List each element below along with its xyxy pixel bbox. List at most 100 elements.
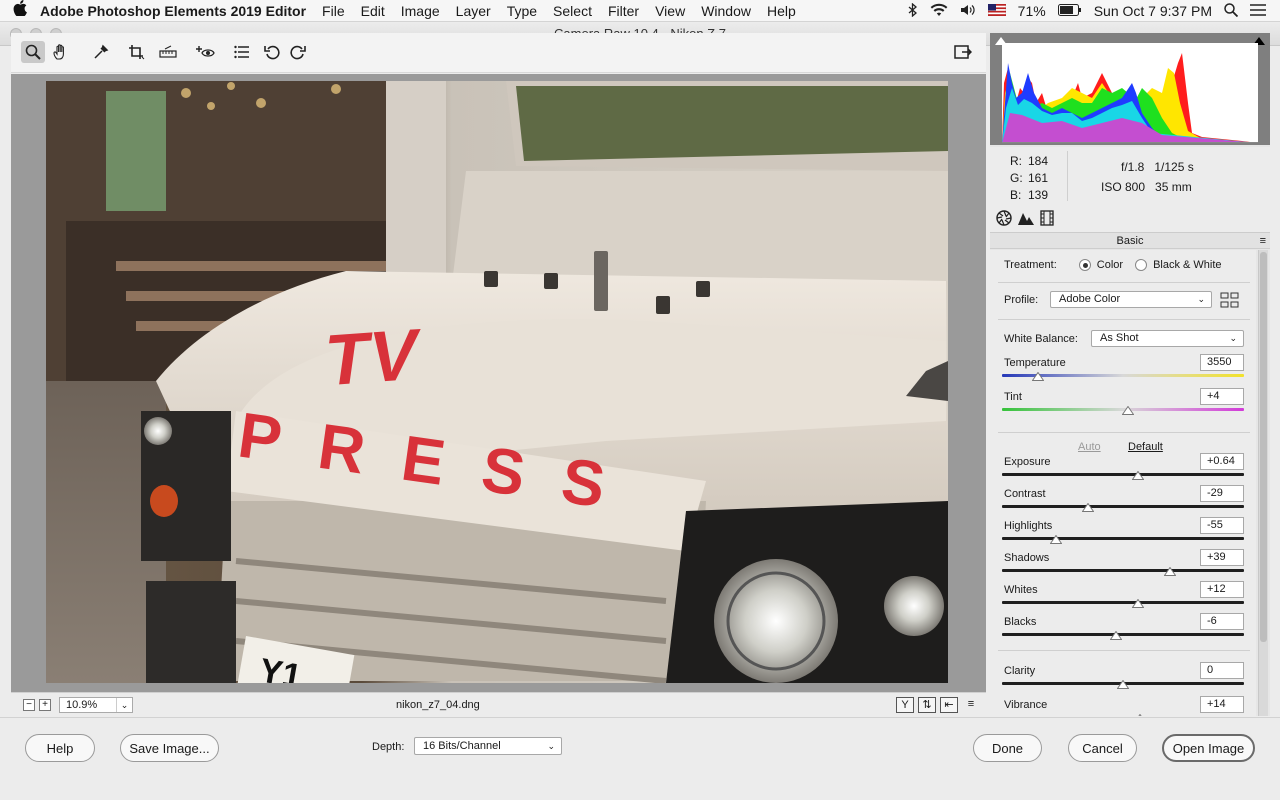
- vibrance-slider-thumb[interactable]: [1134, 714, 1146, 716]
- copy-settings-icon[interactable]: ⇤: [940, 696, 958, 713]
- menu-help[interactable]: Help: [767, 3, 796, 19]
- fullscreen-toggle-icon[interactable]: [951, 41, 975, 63]
- tint-slider-thumb[interactable]: [1121, 406, 1134, 415]
- battery-icon[interactable]: [1057, 3, 1082, 19]
- highlights-slider-thumb[interactable]: [1050, 535, 1063, 544]
- whites-slider-track[interactable]: [1002, 601, 1244, 604]
- zoom-in-button[interactable]: +: [39, 698, 51, 711]
- clarity-slider-thumb[interactable]: [1117, 680, 1129, 689]
- menu-view[interactable]: View: [655, 3, 685, 19]
- temperature-slider-thumb[interactable]: [1032, 372, 1045, 381]
- dialog-footer: Help Save Image... Depth: 16 Bits/Channe…: [0, 717, 1280, 778]
- panel-scrollbar[interactable]: [1258, 250, 1268, 716]
- temperature-value-field[interactable]: 3550: [1200, 354, 1244, 371]
- tint-value-field[interactable]: +4: [1200, 388, 1244, 405]
- white-balance-select[interactable]: As Shot ⌄: [1091, 330, 1244, 347]
- before-after-toggle-icon[interactable]: Y: [896, 696, 914, 713]
- divider: [998, 432, 1250, 433]
- clarity-value-field[interactable]: 0: [1200, 662, 1244, 679]
- crop-tool-icon[interactable]: [125, 41, 149, 63]
- treatment-color-label[interactable]: Color: [1097, 259, 1123, 271]
- treatment-bw-label[interactable]: Black & White: [1153, 259, 1221, 271]
- temperature-label: Temperature: [1004, 357, 1066, 369]
- g-value: 161: [1028, 171, 1049, 185]
- vibrance-value-field[interactable]: +14: [1200, 696, 1244, 713]
- apple-icon[interactable]: [0, 0, 40, 21]
- shadows-slider-thumb[interactable]: [1164, 567, 1177, 576]
- exposure-slider-thumb[interactable]: [1131, 471, 1144, 480]
- rotate-left-icon[interactable]: [260, 41, 284, 63]
- blacks-slider-track[interactable]: [1002, 633, 1244, 636]
- default-tone-link[interactable]: Default: [1128, 441, 1163, 453]
- profile-browser-grid-icon[interactable]: [1220, 292, 1240, 311]
- profile-value: Adobe Color: [1059, 293, 1121, 305]
- zoom-tool-icon[interactable]: [21, 41, 45, 63]
- cancel-button[interactable]: Cancel: [1068, 734, 1137, 762]
- image-preview-area[interactable]: TV PRESS Y1: [11, 74, 986, 710]
- treatment-bw-radio[interactable]: [1135, 259, 1148, 271]
- volume-icon[interactable]: [960, 3, 976, 20]
- camera-calibration-filmstrip-icon[interactable]: [1040, 210, 1054, 229]
- white-balance-tool-icon[interactable]: [89, 41, 113, 63]
- white-balance-label: White Balance:: [1004, 333, 1078, 345]
- contrast-value-field[interactable]: -29: [1200, 485, 1244, 502]
- swap-before-after-icon[interactable]: ⇅: [918, 696, 936, 713]
- whites-value-field[interactable]: +12: [1200, 581, 1244, 598]
- hand-tool-icon[interactable]: [49, 41, 73, 63]
- contrast-slider-track[interactable]: [1002, 505, 1244, 508]
- done-button[interactable]: Done: [973, 734, 1042, 762]
- menu-type[interactable]: Type: [507, 3, 537, 19]
- zoom-out-button[interactable]: −: [23, 698, 35, 711]
- blacks-value-field[interactable]: -6: [1200, 613, 1244, 630]
- app-name[interactable]: Adobe Photoshop Elements 2019 Editor: [40, 3, 306, 19]
- photo-preview[interactable]: TV PRESS Y1: [46, 81, 948, 683]
- save-image-button[interactable]: Save Image...: [120, 734, 219, 762]
- divider: [998, 319, 1250, 320]
- help-button[interactable]: Help: [25, 734, 95, 762]
- preview-settings-icon[interactable]: ≡: [962, 697, 980, 713]
- preferences-list-icon[interactable]: [230, 41, 254, 63]
- panel-menu-icon[interactable]: ≡: [1260, 233, 1266, 249]
- highlights-value-field[interactable]: -55: [1200, 517, 1244, 534]
- menu-layer[interactable]: Layer: [456, 3, 491, 19]
- detail-panel-mountains-icon[interactable]: [1018, 211, 1034, 228]
- treatment-color-radio[interactable]: [1078, 259, 1091, 271]
- depth-select[interactable]: 16 Bits/Channel ⌄: [414, 737, 562, 755]
- preview-status-bar: − + 10.9% ⌄ nikon_z7_04.dng Y ⇅ ⇤ ≡: [11, 692, 986, 716]
- zoom-level-select[interactable]: 10.9% ⌄: [59, 696, 133, 713]
- open-image-button[interactable]: Open Image: [1162, 734, 1255, 762]
- shadows-value-field[interactable]: +39: [1200, 549, 1244, 566]
- red-eye-removal-icon[interactable]: [194, 41, 218, 63]
- menu-filter[interactable]: Filter: [608, 3, 639, 19]
- menu-image[interactable]: Image: [401, 3, 440, 19]
- battery-percent[interactable]: 71%: [1018, 3, 1046, 19]
- auto-tone-link[interactable]: Auto: [1078, 441, 1101, 453]
- panel-title: Basic: [1116, 235, 1144, 247]
- profile-select[interactable]: Adobe Color ⌄: [1050, 291, 1212, 308]
- exposure-value-field[interactable]: +0.64: [1200, 453, 1244, 470]
- blacks-slider-thumb[interactable]: [1109, 631, 1122, 640]
- contrast-slider-thumb[interactable]: [1081, 503, 1094, 512]
- highlights-slider-track[interactable]: [1002, 537, 1244, 540]
- flag-us-icon[interactable]: [987, 3, 1006, 19]
- shadows-slider-track[interactable]: [1002, 569, 1244, 572]
- clock[interactable]: Sun Oct 7 9:37 PM: [1094, 3, 1212, 19]
- wifi-icon[interactable]: [930, 3, 948, 20]
- r-value: 184: [1028, 154, 1049, 168]
- bluetooth-icon[interactable]: [908, 2, 918, 20]
- g-label: G:: [1010, 171, 1023, 185]
- control-center-icon[interactable]: [1250, 3, 1266, 19]
- menu-select[interactable]: Select: [553, 3, 592, 19]
- basic-panel-aperture-icon[interactable]: [996, 210, 1012, 229]
- whites-slider-thumb[interactable]: [1131, 599, 1144, 608]
- scrollbar-thumb[interactable]: [1260, 252, 1267, 642]
- rotate-right-icon[interactable]: [286, 41, 310, 63]
- spotlight-search-icon[interactable]: [1224, 2, 1239, 20]
- straighten-tool-icon[interactable]: [156, 41, 180, 63]
- clarity-label: Clarity: [1004, 665, 1036, 677]
- menu-window[interactable]: Window: [701, 3, 751, 19]
- menu-edit[interactable]: Edit: [361, 3, 385, 19]
- exposure-slider-track[interactable]: [1002, 473, 1244, 476]
- chevron-down-icon: ⌄: [547, 741, 555, 751]
- menu-file[interactable]: File: [322, 3, 345, 19]
